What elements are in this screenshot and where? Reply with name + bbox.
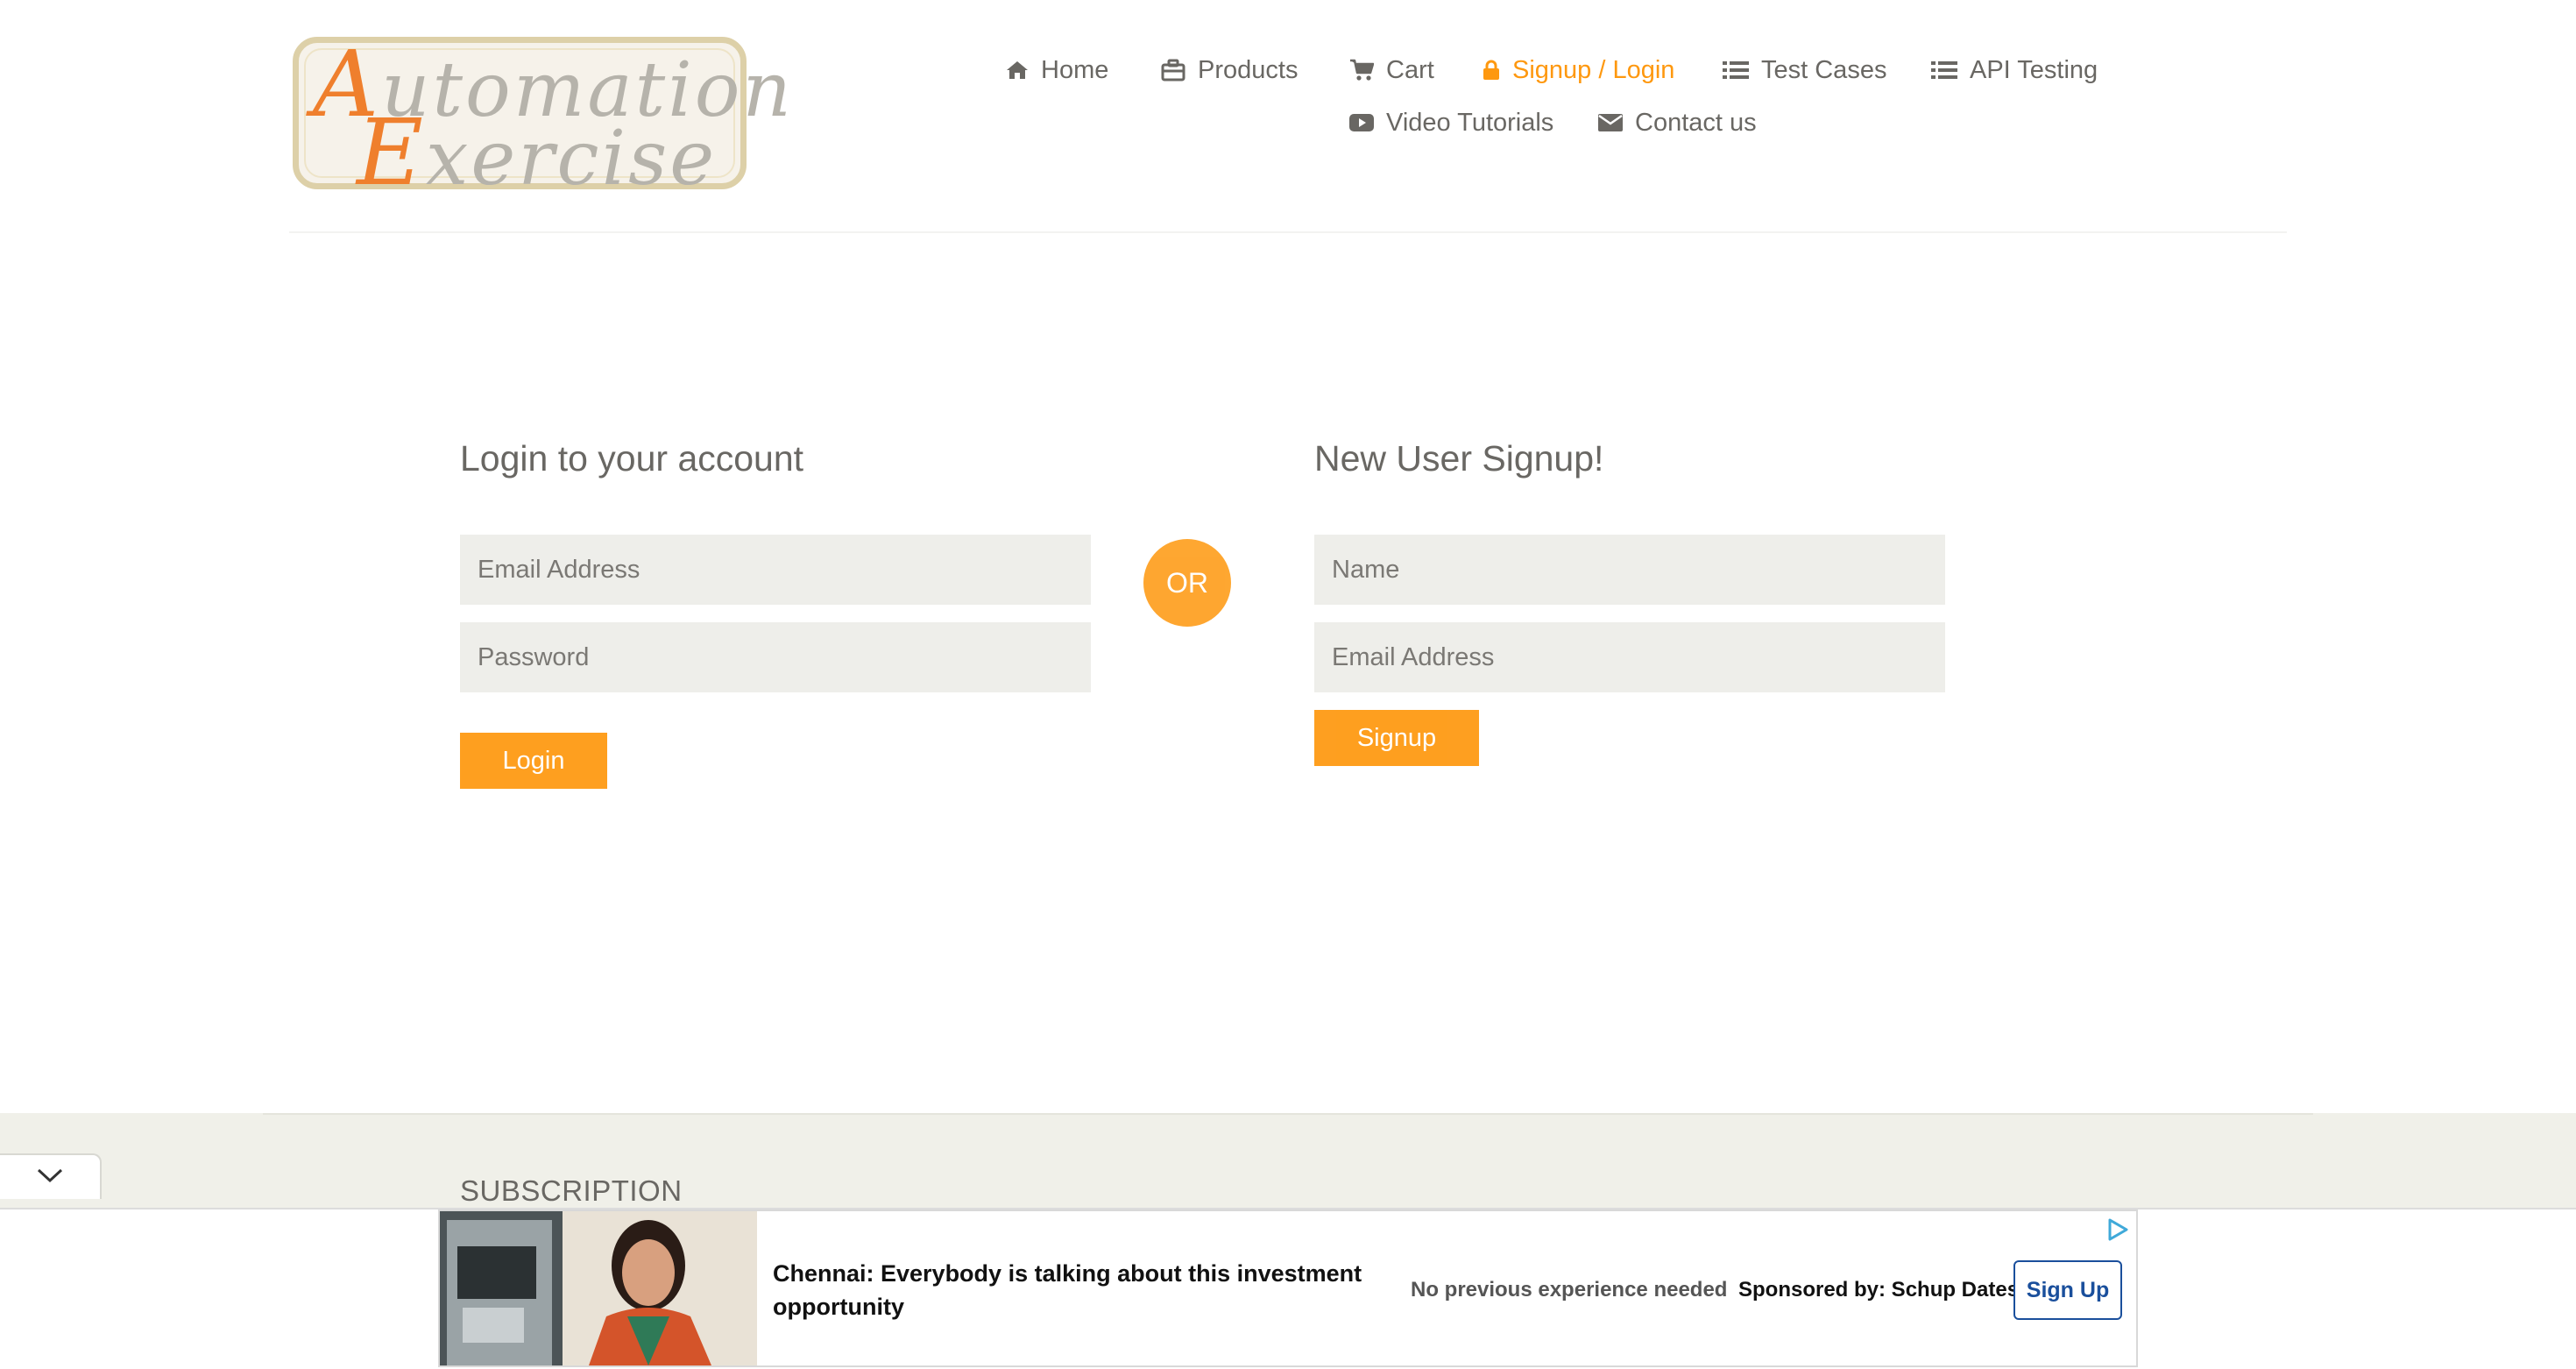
nav-signup-login[interactable]: Signup / Login [1483, 51, 1674, 89]
nav-home-label: Home [1041, 55, 1109, 84]
list-icon [1723, 60, 1749, 81]
nav-cart[interactable]: Cart [1349, 51, 1434, 89]
chevron-down-icon [35, 1167, 65, 1188]
briefcase-icon [1161, 59, 1185, 82]
ad-collapse-toggle[interactable] [0, 1153, 102, 1199]
ad-headline[interactable]: Chennai: Everybody is talking about this… [773, 1257, 1404, 1323]
signup-name-input[interactable] [1314, 535, 1945, 605]
nav-api-testing[interactable]: API Testing [1931, 51, 2098, 89]
ad-choices-icon[interactable] [2105, 1216, 2131, 1243]
subscription-title: SUBSCRIPTION [460, 1174, 683, 1207]
ad-signup-button[interactable]: Sign Up [2013, 1260, 2122, 1320]
signup-title: New User Signup! [1314, 438, 1604, 479]
nav-signup-login-label: Signup / Login [1512, 55, 1675, 84]
nav-test-cases[interactable]: Test Cases [1723, 51, 1886, 89]
home-icon [1006, 60, 1029, 81]
ad-banner[interactable]: Chennai: Everybody is talking about this… [438, 1209, 2138, 1367]
login-password-input[interactable] [460, 622, 1091, 692]
login-title: Login to your account [460, 438, 804, 479]
logo-word-2: xercise [425, 115, 718, 202]
login-email-input[interactable] [460, 535, 1091, 605]
site-logo[interactable]: Automation Exercise [293, 37, 791, 198]
header-divider [289, 231, 2287, 233]
or-divider-badge: OR [1143, 539, 1231, 627]
youtube-play-icon [1349, 112, 1374, 133]
ad-sponsor: Sponsored by: Schup Dates [1738, 1278, 2020, 1302]
nav-test-cases-label: Test Cases [1761, 55, 1887, 84]
cart-icon [1349, 59, 1374, 82]
list-icon [1931, 60, 1957, 81]
nav-video-tutorials-label: Video Tutorials [1386, 108, 1554, 137]
ad-note: No previous experience needed [1411, 1278, 1728, 1302]
signup-email-input[interactable] [1314, 622, 1945, 692]
nav-cart-label: Cart [1386, 55, 1434, 84]
logo-line-2: Exercise [357, 107, 717, 198]
footer-divider [263, 1113, 2313, 1115]
ad-image[interactable] [440, 1211, 757, 1365]
envelope-icon [1598, 113, 1623, 132]
login-button[interactable]: Login [460, 733, 607, 789]
signup-button[interactable]: Signup [1314, 710, 1479, 766]
nav-contact-us-label: Contact us [1635, 108, 1757, 137]
lock-icon [1483, 60, 1500, 81]
nav-video-tutorials[interactable]: Video Tutorials [1349, 103, 1553, 142]
nav-products-label: Products [1198, 55, 1299, 84]
nav-home[interactable]: Home [1006, 51, 1108, 89]
logo-cap-e: E [357, 99, 426, 206]
nav-api-testing-label: API Testing [1970, 55, 2098, 84]
nav-contact-us[interactable]: Contact us [1598, 103, 1757, 142]
nav-products[interactable]: Products [1161, 51, 1298, 89]
